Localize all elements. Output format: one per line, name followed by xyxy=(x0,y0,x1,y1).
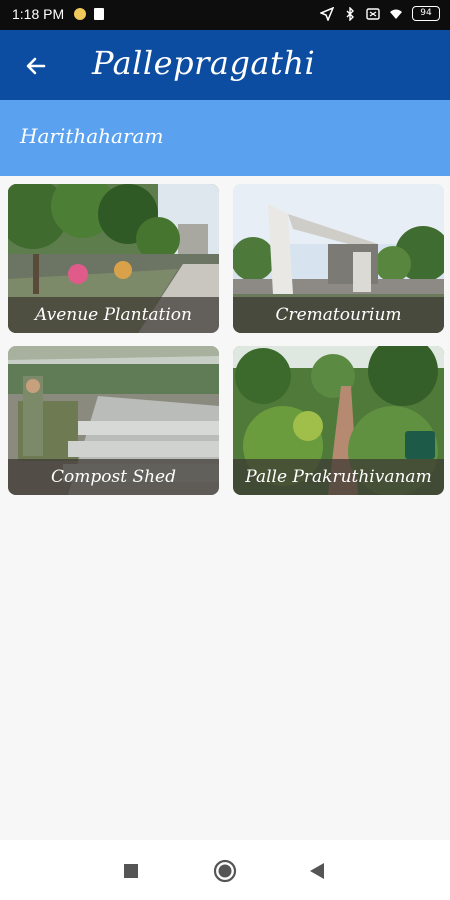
tile-caption-bar: Compost Shed xyxy=(8,459,219,495)
section-title: Harithaharam xyxy=(20,124,164,148)
sim-icon xyxy=(366,7,380,20)
location-arrow-icon xyxy=(320,6,334,21)
wifi-icon xyxy=(390,9,402,19)
tile-caption-bar: Crematourium xyxy=(233,297,444,333)
page-title: Pallepragathi xyxy=(92,44,316,82)
app-bar: Pallepragathi xyxy=(0,30,450,100)
system-nav-bar xyxy=(0,840,450,900)
notification-dot-icon xyxy=(74,8,86,20)
battery-icon: 94 xyxy=(412,6,440,21)
status-bar: 1:18 PM 94 xyxy=(0,0,450,30)
recents-square-icon xyxy=(124,864,138,878)
bluetooth-icon xyxy=(346,6,354,21)
tile-label: Palle Prakruthivanam xyxy=(245,467,432,487)
tile-label: Compost Shed xyxy=(51,467,176,487)
back-triangle-icon xyxy=(310,863,324,879)
tile-caption-bar: Avenue Plantation xyxy=(8,297,219,333)
tile-avenue-plantation[interactable]: Avenue Plantation xyxy=(8,184,219,333)
tile-palle-prakruthivanam[interactable]: Palle Prakruthivanam xyxy=(233,346,444,495)
section-header: Harithaharam xyxy=(0,100,450,176)
tile-compost-shed[interactable]: Compost Shed xyxy=(8,346,219,495)
tile-caption-bar: Palle Prakruthivanam xyxy=(233,459,444,495)
tile-label: Crematourium xyxy=(275,305,402,325)
arrow-left-icon xyxy=(26,57,46,75)
home-button[interactable] xyxy=(212,858,238,884)
tile-crematourium[interactable]: Crematourium xyxy=(233,184,444,333)
back-button[interactable] xyxy=(18,50,54,82)
back-nav-button[interactable] xyxy=(304,858,330,884)
tile-label: Avenue Plantation xyxy=(35,305,192,325)
recents-button[interactable] xyxy=(118,858,144,884)
status-time: 1:18 PM xyxy=(12,6,65,22)
home-circle-icon xyxy=(213,859,237,883)
trash-icon xyxy=(94,8,104,20)
